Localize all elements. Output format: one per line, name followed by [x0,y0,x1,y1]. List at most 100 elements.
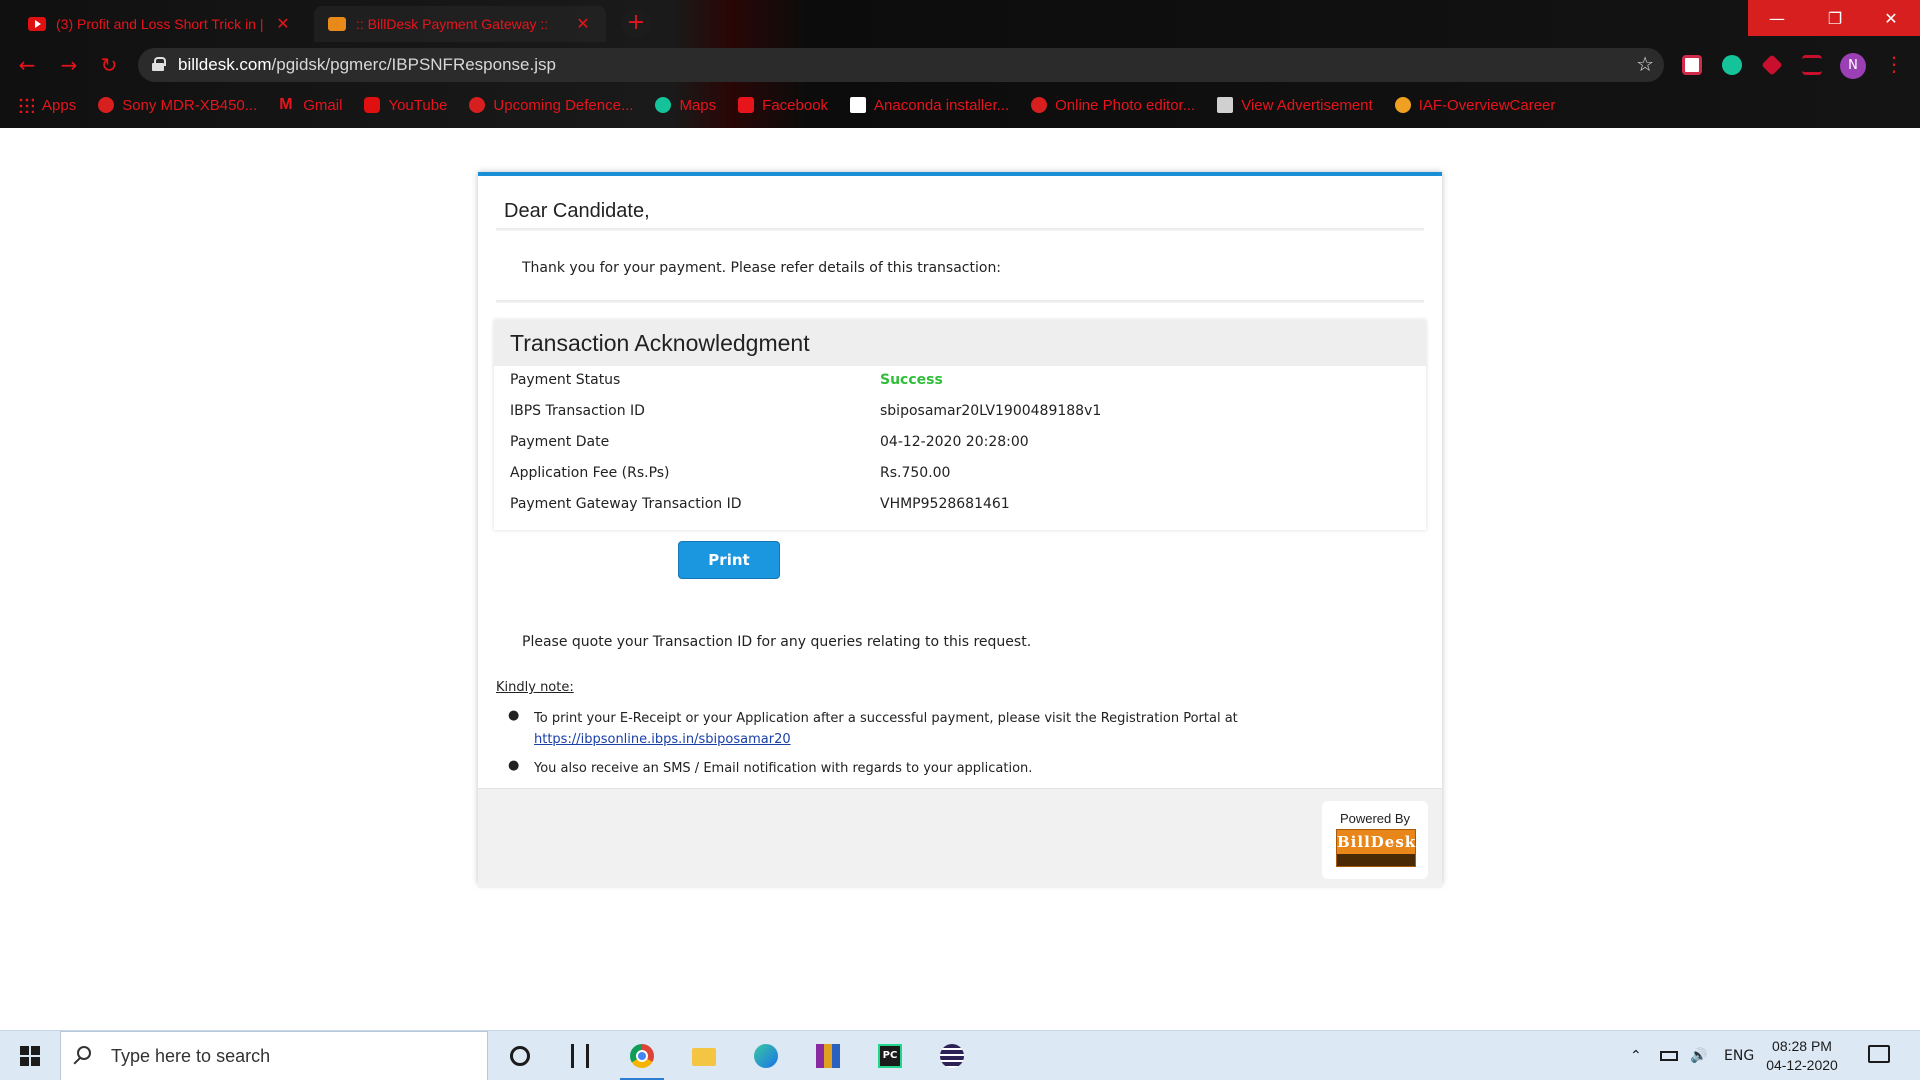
note-1-text: To print your E-Receipt or your Applicat… [534,711,1238,726]
chrome-icon [630,1044,654,1068]
bullet: ● [508,708,520,723]
table-row: Payment Status Success [510,366,1410,397]
bookmark-anaconda[interactable]: Anaconda installer... [850,97,1009,114]
row-label: Payment Date [510,434,610,450]
bookmark-gmail[interactable]: M Gmail [279,97,342,114]
tab-youtube[interactable]: (3) Profit and Loss Short Trick in | ✕ [14,6,306,42]
browser-menu-icon[interactable]: ⋮ [1884,52,1904,76]
row-value: Rs.750.00 [880,465,951,481]
card-footer: Powered By BillDesk [478,788,1442,888]
windows-logo-icon [20,1046,40,1066]
bookmark-iaf[interactable]: IAF-OverviewCareer [1394,97,1555,114]
bookmark-label: Apps [42,96,77,114]
tab-title: (3) Profit and Loss Short Trick in | [56,16,264,32]
taskbar-winrar[interactable] [800,1031,856,1080]
notification-center-icon[interactable] [1868,1045,1890,1063]
edge-icon [754,1044,778,1068]
bookmark-defence[interactable]: Upcoming Defence... [469,97,633,114]
registration-portal-link[interactable]: https://ibpsonline.ibps.in/sbiposamar20 [534,732,791,747]
pycharm-icon: PC [878,1044,902,1068]
new-tab-button[interactable]: + [622,10,650,38]
url-path: /pgidsk/pgmerc/IBPSNFResponse.jsp [271,55,556,74]
back-button[interactable]: ← [14,52,40,78]
grammarly-extension-icon[interactable] [1722,55,1742,75]
row-label: Application Fee (Rs.Ps) [510,465,670,481]
billdesk-logo: BillDesk [1336,829,1416,867]
list-item: ● To print your E-Receipt or your Applic… [508,708,1408,752]
battery-icon[interactable] [1660,1031,1682,1080]
forward-button[interactable]: → [56,52,82,78]
iaf-roundel-icon [1394,97,1411,113]
divider [496,300,1424,303]
gmail-icon: M [279,96,293,113]
bookmark-label: YouTube [388,96,448,114]
row-label: Payment Status [510,372,621,388]
reload-button[interactable]: ↻ [96,52,122,78]
row-label: IBPS Transaction ID [510,403,645,419]
tray-overflow-icon[interactable]: ⌃ [1630,1031,1642,1080]
bookmark-star-icon[interactable]: ☆ [1636,52,1654,76]
row-label: Payment Gateway Transaction ID [510,496,742,512]
tab-billdesk[interactable]: :: BillDesk Payment Gateway :: ✕ [314,6,606,42]
restore-button[interactable]: ❐ [1806,0,1864,36]
task-view-button[interactable] [552,1031,608,1080]
note-text: To print your E-Receipt or your Applicat… [534,708,1238,750]
list-item: ● You also receive an SMS / Email notifi… [508,758,1408,780]
minimize-button[interactable]: — [1748,0,1806,36]
url-host: billdesk.com [178,55,272,74]
bookmark-facebook[interactable]: Facebook [738,97,828,114]
transaction-acknowledgment: Transaction Acknowledgment Payment Statu… [494,320,1426,530]
start-button[interactable] [0,1031,60,1080]
bookmark-photo-editor[interactable]: Online Photo editor... [1031,97,1195,114]
print-button[interactable]: Print [678,541,780,579]
tab-close-icon[interactable]: ✕ [274,14,292,34]
bookmark-label: View Advertisement [1241,96,1373,114]
intro-text: Thank you for your payment. Please refer… [522,260,1002,276]
bookmark-maps[interactable]: Maps [655,97,716,114]
tab-title: :: BillDesk Payment Gateway :: [356,16,549,32]
bookmark-label: Sony MDR-XB450... [122,96,258,114]
page-content: Dear Candidate, Thank you for your payme… [0,128,1920,1030]
lock-icon [152,57,166,71]
search-placeholder: Type here to search [111,1046,271,1066]
taskbar-pycharm[interactable]: PC [862,1031,918,1080]
tab-close-icon[interactable]: ✕ [574,14,592,34]
browser-chrome: (3) Profit and Loss Short Trick in | ✕ :… [0,0,1920,128]
bookmark-youtube[interactable]: YouTube [364,97,447,114]
taskbar-file-explorer[interactable] [676,1031,732,1080]
divider [496,228,1424,231]
billdesk-favicon-icon [328,17,346,31]
task-view-icon [571,1044,589,1068]
bookmark-label: Upcoming Defence... [493,96,634,114]
taskbar-search[interactable]: Type here to search [60,1031,488,1080]
pocket-extension-icon[interactable] [1682,55,1702,75]
globe-icon [469,97,486,113]
clock[interactable]: 08:28 PM 04-12-2020 [1766,1037,1838,1075]
bookmark-sony[interactable]: Sony MDR-XB450... [98,97,257,114]
globe-icon [1031,97,1048,113]
taskbar-eclipse[interactable] [924,1031,980,1080]
table-row: Payment Gateway Transaction ID VHMP95286… [510,490,1410,521]
search-icon [77,1046,91,1060]
url-text: billdesk.com/pgidsk/pgmerc/IBPSNFRespons… [178,55,556,75]
address-bar[interactable]: billdesk.com/pgidsk/pgmerc/IBPSNFRespons… [138,48,1664,82]
media-extension-icon[interactable] [1802,55,1822,75]
eclipse-icon [940,1044,964,1068]
note-2-text: You also receive an SMS / Email notifica… [534,761,1033,776]
greeting: Dear Candidate, [504,200,650,222]
bookmark-apps[interactable]: Apps [18,97,76,114]
cortana-icon [510,1046,530,1066]
profile-avatar[interactable]: N [1840,53,1866,79]
language-indicator[interactable]: ENG [1724,1031,1754,1080]
taskbar-chrome[interactable] [614,1031,670,1080]
browser-toolbar: ← → ↻ billdesk.com/pgidsk/pgmerc/IBPSNFR… [0,46,1920,84]
row-value: VHMP9528681461 [880,496,1010,512]
table-row: Payment Date 04-12-2020 20:28:00 [510,428,1410,459]
bookmark-label: Online Photo editor... [1055,96,1196,114]
bookmark-view-advertisement[interactable]: View Advertisement [1217,96,1373,114]
taskbar-edge[interactable] [738,1031,794,1080]
extension-icon[interactable] [1761,54,1783,76]
close-window-button[interactable]: ✕ [1862,0,1920,36]
volume-icon[interactable]: 🔊 [1690,1031,1707,1080]
cortana-button[interactable] [492,1031,548,1080]
